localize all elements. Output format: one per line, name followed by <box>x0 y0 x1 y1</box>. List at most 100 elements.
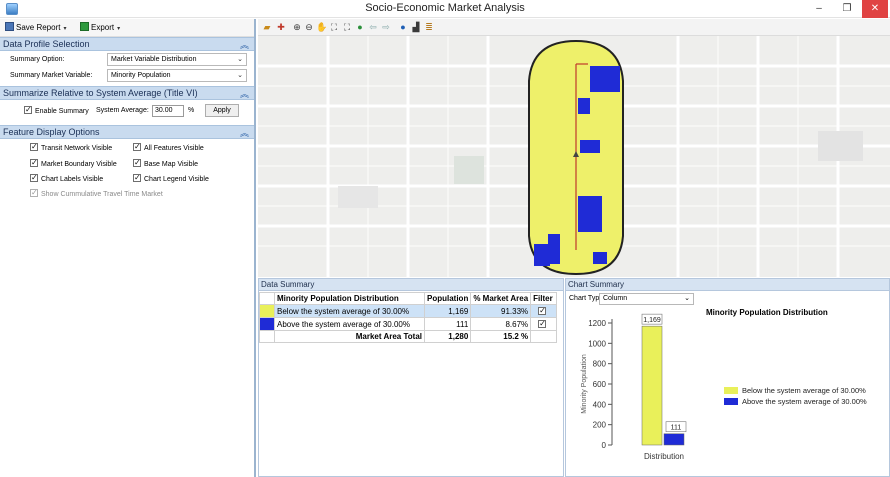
y-tick-label: 600 <box>593 380 607 389</box>
chart-legend-checkbox[interactable]: Chart Legend Visible <box>133 173 209 185</box>
globe-icon[interactable]: ● <box>355 22 365 32</box>
option-label: Chart Legend Visible <box>144 176 209 183</box>
binoculars-icon[interactable]: ▟ <box>411 22 421 32</box>
base-map-checkbox[interactable]: Base Map Visible <box>133 158 198 170</box>
data-summary-panel: Data Summary Minority Population Distrib… <box>258 278 564 477</box>
export-icon <box>80 22 89 31</box>
save-report-button[interactable]: Save Report ▾ <box>5 22 66 34</box>
add-point-icon[interactable]: ✚ <box>276 22 286 32</box>
left-panel: Save Report ▾ Export ▾ Data Profile Select… <box>0 19 256 477</box>
maximize-button[interactable]: ❐ <box>834 0 860 18</box>
transit-network-checkbox[interactable]: Transit Network Visible <box>30 142 113 154</box>
table-header-cell[interactable]: Population <box>423 292 472 305</box>
chart-summary-title: Chart Summary <box>566 279 889 291</box>
report-toolbar: Save Report ▾ Export ▾ <box>0 19 254 37</box>
color-swatch-cell <box>259 304 275 318</box>
pan-hand-icon[interactable]: ✋ <box>316 22 327 32</box>
chart-canvas: Minority Population Distribution 0 200 400 6… <box>581 308 867 461</box>
chart-summary-panel: Chart Summary Chart Type: Column ⌄ Minori… <box>565 278 890 477</box>
option-label: Base Map Visible <box>144 161 198 168</box>
y-axis-label: Minority Population <box>581 354 588 414</box>
data-label: 1,169 <box>643 317 661 324</box>
option-label: All Features Visible <box>144 145 204 152</box>
zoom-out-icon[interactable]: ⊖ <box>304 22 314 32</box>
table-cell: 91.33% <box>470 304 532 318</box>
checkbox[interactable] <box>24 105 32 115</box>
table-cell: 15.2 % <box>470 330 532 343</box>
close-button[interactable]: ✕ <box>862 0 888 18</box>
all-features-checkbox[interactable]: All Features Visible <box>133 142 204 154</box>
back-arrow-icon[interactable]: ⇦ <box>368 22 378 32</box>
data-summary-table: Minority Population Distribution Populat… <box>259 292 558 343</box>
table-cell: Above the system average of 30.00% <box>274 317 425 331</box>
layers-icon[interactable]: ≣ <box>424 22 434 32</box>
filter-checkbox[interactable] <box>530 317 558 331</box>
table-header-cell[interactable]: % Market Area <box>470 292 532 305</box>
title-bar: Socio-Economic Market Analysis – ❐ ✕ <box>0 0 890 18</box>
summarize-header[interactable]: Summarize Relative to System Average (Ti… <box>0 86 254 100</box>
checkbox[interactable] <box>30 173 38 183</box>
feature-options: Transit Network Visible All Features Vis… <box>0 139 254 219</box>
checkbox[interactable] <box>30 142 38 152</box>
apply-button[interactable]: Apply <box>205 104 239 117</box>
system-average-input[interactable]: 30.00 <box>152 105 184 117</box>
option-label: Market Boundary Visible <box>41 161 117 168</box>
table-cell: 111 <box>423 317 472 331</box>
open-folder-icon[interactable]: ▰ <box>262 22 272 32</box>
y-tick-label: 200 <box>593 421 607 430</box>
map-view[interactable] <box>258 36 890 277</box>
zoom-in-icon[interactable]: ⊕ <box>292 22 302 32</box>
option-label: Chart Labels Visible <box>41 176 104 183</box>
checkbox[interactable] <box>133 173 141 183</box>
main-area: ▰ ✚ ⊕ ⊖ ✋ ⛶ ⛶ ● ⇦ ⇨ ● ▟ ≣ Data Summary M… <box>258 19 890 477</box>
checkbox[interactable] <box>133 158 141 168</box>
y-tick-label: 1000 <box>588 339 606 348</box>
y-tick-label: 400 <box>593 400 607 409</box>
checkbox[interactable] <box>538 306 547 315</box>
enable-summary-label: Enable Summary <box>35 108 89 115</box>
map-canvas[interactable] <box>258 36 890 277</box>
option-label: Transit Network Visible <box>41 145 113 152</box>
checkbox[interactable] <box>538 319 547 328</box>
color-swatch-cell <box>259 317 275 331</box>
y-tick-label: 1200 <box>588 319 606 328</box>
summary-option-select[interactable]: Market Variable Distribution ⌄ <box>107 53 247 66</box>
table-cell: 1,169 <box>423 304 472 318</box>
chevron-down-icon: ▾ <box>63 26 67 32</box>
data-label: 111 <box>671 425 682 432</box>
market-variable-label: Summary Market Variable: <box>10 72 93 79</box>
minimize-button[interactable]: – <box>806 0 832 18</box>
chevron-down-icon: ⌄ <box>684 295 690 302</box>
info-icon[interactable]: ● <box>398 22 408 32</box>
option-label: Show Cummulative Travel Time Market <box>41 191 163 198</box>
zoom-extent-icon[interactable]: ⛶ <box>342 22 352 32</box>
market-boundary-checkbox[interactable]: Market Boundary Visible <box>30 158 117 170</box>
chart-labels-checkbox[interactable]: Chart Labels Visible <box>30 173 104 185</box>
table-row[interactable]: Above the system average of 30.00% 111 8… <box>259 317 558 331</box>
bar <box>663 433 685 446</box>
table-cell: Market Area Total <box>274 330 425 343</box>
y-tick-label: 0 <box>602 441 607 450</box>
table-header-cell[interactable]: Minority Population Distribution <box>274 292 425 305</box>
filter-checkbox[interactable] <box>530 304 558 318</box>
data-summary-title: Data Summary <box>259 279 563 291</box>
forward-arrow-icon[interactable]: ⇨ <box>381 22 391 32</box>
full-extent-icon[interactable]: ⛶ <box>329 22 339 32</box>
checkbox[interactable] <box>133 142 141 152</box>
chart-type-select[interactable]: Column ⌄ <box>599 293 694 305</box>
data-profile-header[interactable]: Data Profile Selection ︽ <box>0 37 254 51</box>
legend-label: Below the system average of 30.00% <box>742 386 866 395</box>
enable-summary-checkbox[interactable]: Enable Summary <box>24 105 89 117</box>
table-header-cell[interactable]: Filter <box>530 292 558 305</box>
table-row[interactable]: Below the system average of 30.00% 1,169… <box>259 304 558 318</box>
feature-display-header[interactable]: Feature Display Options ︽ <box>0 125 254 139</box>
checkbox[interactable] <box>30 158 38 168</box>
market-variable-select[interactable]: Minority Population ⌄ <box>107 69 247 82</box>
export-button[interactable]: Export ▾ <box>80 22 120 34</box>
bottom-panels: Data Summary Minority Population Distrib… <box>258 278 890 477</box>
table-cell: 8.67% <box>470 317 532 331</box>
percent-unit: % <box>188 107 195 114</box>
cumulative-market-checkbox: Show Cummulative Travel Time Market <box>30 188 163 200</box>
chart-title: Minority Population Distribution <box>706 308 828 317</box>
legend-label: Above the system average of 30.00% <box>742 397 867 406</box>
